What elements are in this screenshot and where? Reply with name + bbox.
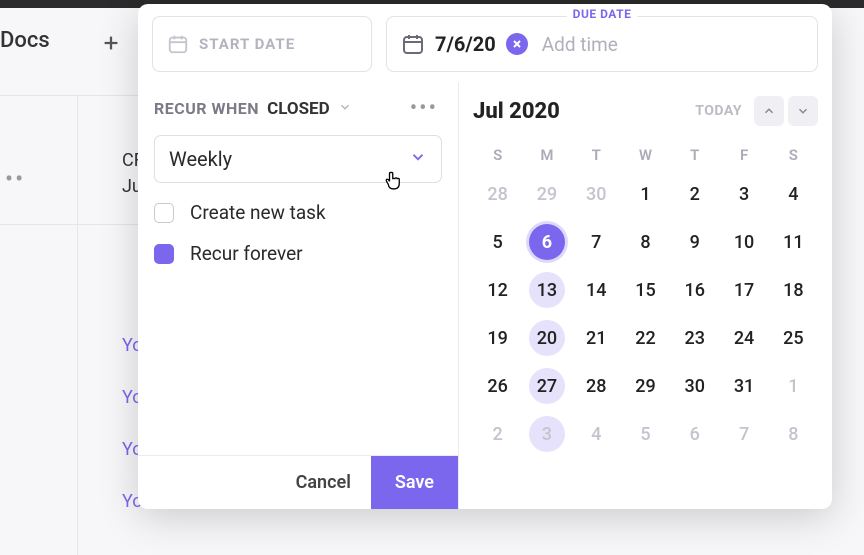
docs-tab[interactable]: Docs	[0, 28, 50, 53]
frequency-select[interactable]: Weekly	[154, 135, 442, 183]
calendar-day[interactable]: 12	[473, 266, 522, 314]
more-options-button[interactable]: •••	[410, 96, 442, 121]
create-new-task-option[interactable]: Create new task	[154, 201, 442, 224]
calendar-day[interactable]: 27	[522, 362, 571, 410]
calendar-day[interactable]: 19	[473, 314, 522, 362]
calendar-day[interactable]: 29	[522, 170, 571, 218]
calendar-day[interactable]: 8	[621, 218, 670, 266]
calendar-day[interactable]: 23	[670, 314, 719, 362]
calendar-dow: T	[572, 140, 621, 170]
calendar-day[interactable]: 25	[769, 314, 818, 362]
calendar-day[interactable]: 2	[670, 170, 719, 218]
calendar-day[interactable]: 6	[522, 218, 571, 266]
calendar-dow: F	[719, 140, 768, 170]
calendar-day[interactable]: 17	[719, 266, 768, 314]
calendar-icon	[401, 32, 425, 56]
next-month-button[interactable]	[788, 96, 818, 126]
calendar-day[interactable]: 18	[769, 266, 818, 314]
calendar-day[interactable]: 21	[572, 314, 621, 362]
calendar-dow: T	[670, 140, 719, 170]
today-button[interactable]: TODAY	[695, 103, 742, 119]
calendar-day[interactable]: 10	[719, 218, 768, 266]
calendar-day[interactable]: 28	[473, 170, 522, 218]
frequency-value: Weekly	[169, 147, 232, 171]
calendar-day[interactable]: 20	[522, 314, 571, 362]
calendar-day[interactable]: 28	[572, 362, 621, 410]
start-date-field[interactable]: START DATE	[152, 16, 372, 72]
calendar-day[interactable]: 8	[769, 410, 818, 458]
calendar-day[interactable]: 1	[621, 170, 670, 218]
calendar-dow: W	[621, 140, 670, 170]
calendar-day[interactable]: 5	[621, 410, 670, 458]
recur-forever-label: Recur forever	[190, 242, 303, 265]
calendar-day[interactable]: 26	[473, 362, 522, 410]
calendar-day[interactable]: 30	[572, 170, 621, 218]
calendar-day[interactable]: 6	[670, 410, 719, 458]
calendar-month-title: Jul 2020	[473, 99, 560, 124]
calendar-day[interactable]: 3	[719, 170, 768, 218]
recurring-date-modal: START DATE DUE DATE 7/6/20 Add time RECU…	[138, 4, 832, 509]
calendar-day[interactable]: 22	[621, 314, 670, 362]
divider	[0, 95, 140, 96]
chevron-down-icon[interactable]	[338, 99, 352, 118]
checkbox-checked-icon[interactable]	[154, 244, 174, 264]
calendar-day[interactable]: 9	[670, 218, 719, 266]
recur-when-label: RECUR WHEN	[154, 99, 259, 118]
calendar-day[interactable]: 3	[522, 410, 571, 458]
clear-due-date-button[interactable]	[506, 33, 528, 55]
chevron-down-icon	[409, 147, 427, 171]
calendar-day[interactable]: 29	[621, 362, 670, 410]
calendar-day[interactable]: 7	[719, 410, 768, 458]
due-date-value: 7/6/20	[435, 32, 496, 56]
plus-icon[interactable]	[100, 32, 122, 58]
calendar-dow: M	[522, 140, 571, 170]
calendar-day[interactable]: 24	[719, 314, 768, 362]
add-time-button[interactable]: Add time	[542, 33, 618, 56]
save-button[interactable]: Save	[371, 456, 458, 509]
due-date-field[interactable]: DUE DATE 7/6/20 Add time	[386, 16, 818, 72]
calendar-day[interactable]: 31	[719, 362, 768, 410]
calendar-day[interactable]: 4	[769, 170, 818, 218]
calendar-dow: S	[769, 140, 818, 170]
cancel-button[interactable]: Cancel	[276, 456, 371, 509]
more-icon[interactable]: ••	[5, 165, 25, 193]
divider	[0, 224, 140, 225]
calendar-day[interactable]: 13	[522, 266, 571, 314]
calendar-day[interactable]: 14	[572, 266, 621, 314]
calendar-day[interactable]: 2	[473, 410, 522, 458]
recur-mode-value[interactable]: CLOSED	[267, 99, 330, 119]
calendar-grid: 2829301234567891011121314151617181920212…	[473, 170, 818, 458]
calendar-day[interactable]: 1	[769, 362, 818, 410]
start-date-placeholder: START DATE	[199, 35, 295, 53]
calendar-day[interactable]: 7	[572, 218, 621, 266]
calendar-day[interactable]: 5	[473, 218, 522, 266]
calendar-day[interactable]: 15	[621, 266, 670, 314]
calendar-day[interactable]: 4	[572, 410, 621, 458]
calendar-dow-row: SMTWTFS	[473, 140, 818, 170]
calendar-day[interactable]: 16	[670, 266, 719, 314]
checkbox-unchecked-icon[interactable]	[154, 203, 174, 223]
calendar-day[interactable]: 11	[769, 218, 818, 266]
calendar-dow: S	[473, 140, 522, 170]
calendar-day[interactable]: 30	[670, 362, 719, 410]
due-date-label: DUE DATE	[567, 7, 638, 21]
create-new-task-label: Create new task	[190, 201, 326, 224]
calendar-icon	[167, 33, 189, 55]
prev-month-button[interactable]	[754, 96, 784, 126]
divider	[77, 95, 78, 555]
recur-forever-option[interactable]: Recur forever	[154, 242, 442, 265]
